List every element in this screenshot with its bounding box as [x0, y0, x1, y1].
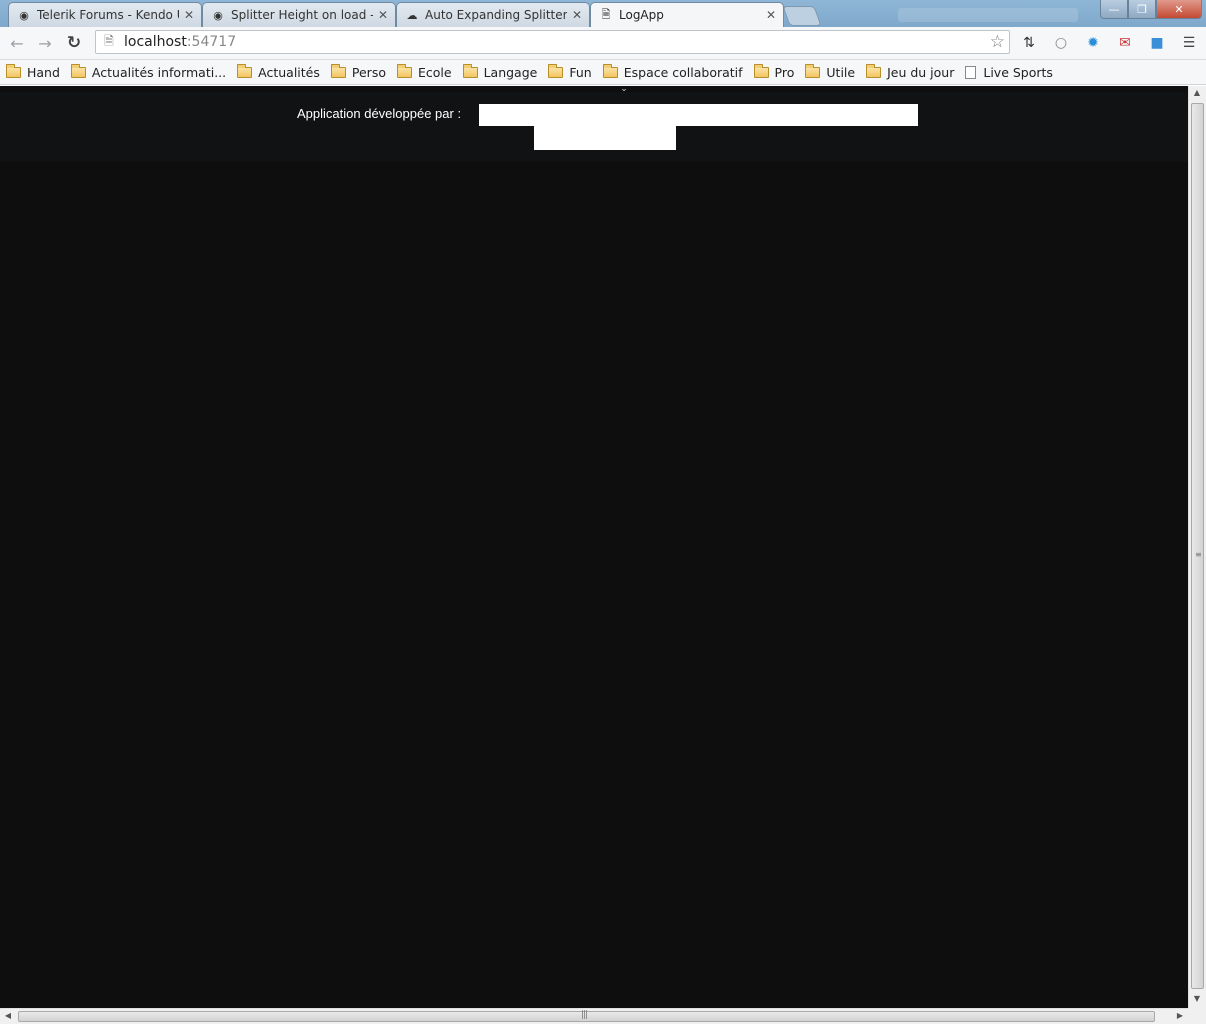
cloud-icon: ☁ [406, 8, 418, 22]
folder-icon [753, 63, 769, 78]
folder-icon [330, 63, 346, 78]
close-icon[interactable]: ✕ [571, 8, 583, 22]
vertical-scrollbar[interactable]: ▲ ≡ ▼ [1188, 86, 1206, 1008]
tab-title: LogApp [619, 8, 664, 22]
bookmark-live-sports[interactable]: Live Sports [965, 65, 1053, 80]
close-window-button[interactable]: ✕ [1156, 0, 1202, 19]
scroll-down-icon[interactable]: ▼ [1189, 994, 1205, 1003]
maximize-button[interactable]: ❐ [1128, 0, 1156, 19]
bookmark-perso[interactable]: Perso [330, 63, 386, 80]
bookmark-utile[interactable]: Utile [805, 63, 856, 80]
redacted-block [534, 126, 676, 150]
bookmark-fun[interactable]: Fun [548, 63, 592, 80]
folder-icon [6, 63, 21, 78]
developer-label: Application développée par : [297, 106, 462, 121]
redacted-block [479, 104, 918, 126]
telerik-icon: ◉ [213, 8, 223, 22]
back-button[interactable]: ← [6, 32, 28, 54]
folder-icon [548, 63, 564, 78]
vertical-scroll-thumb[interactable]: ≡ [1191, 103, 1204, 989]
horizontal-scroll-thumb[interactable]: ||| [18, 1010, 1155, 1022]
browser-window: ◉ Telerik Forums - Kendo UI ✕ ◉ Splitter… [0, 0, 1206, 1024]
page-icon: 🗎 [601, 7, 611, 21]
page-icon: 🗎 [104, 33, 114, 48]
tab-logapp[interactable]: 🗎 LogApp ✕ [590, 2, 784, 27]
bookmark-actualites-informatique[interactable]: Actualités informati... [70, 63, 227, 80]
bookmark-hand[interactable]: Hand [6, 63, 60, 80]
bookmark-label: Jeu du jour [887, 64, 955, 80]
bookmark-star-icon[interactable]: ☆ [990, 32, 1005, 52]
grip-icon: ≡ [1195, 550, 1202, 559]
profile-area [898, 8, 1078, 22]
folder-icon [602, 63, 618, 78]
tab-splitter-height[interactable]: ◉ Splitter Height on load - S ✕ [202, 2, 396, 27]
splitter-top-pane: Application développée par : [0, 92, 1188, 162]
bookmark-label: Fun [569, 64, 592, 80]
minimize-button[interactable]: — [1100, 0, 1128, 19]
download-sort-icon[interactable]: ⇅ [1019, 33, 1039, 53]
bookmark-label: Hand [27, 64, 60, 80]
page-icon [965, 65, 977, 79]
close-icon[interactable]: ✕ [765, 8, 777, 22]
scroll-right-icon[interactable]: ▶ [1172, 1011, 1188, 1020]
tab-title: Telerik Forums - Kendo UI [37, 8, 179, 22]
tab-telerik-forums[interactable]: ◉ Telerik Forums - Kendo UI ✕ [8, 2, 202, 27]
scrollbar-corner [1188, 1008, 1206, 1024]
bookmark-jeu-du-jour[interactable]: Jeu du jour [866, 63, 955, 80]
browser-toolbar: ← → ↻ 🗎 localhost :54717 ☆ ⇅ ○ ✹ ✉ ■ ☰ [0, 27, 1206, 60]
tab-auto-expanding-splitter[interactable]: ☁ Auto Expanding Splitter - j ✕ [396, 2, 590, 27]
page-viewport: ⌄ Application développée par : [0, 86, 1188, 1008]
bookmark-langage[interactable]: Langage [462, 63, 538, 80]
bookmark-ecole[interactable]: Ecole [396, 63, 452, 80]
scroll-up-icon[interactable]: ▲ [1189, 88, 1205, 97]
folder-icon [866, 63, 882, 78]
bookmark-actualites[interactable]: Actualités [237, 63, 320, 80]
bookmark-label: Perso [351, 64, 386, 80]
folder-icon [396, 63, 412, 78]
tab-title: Auto Expanding Splitter - j [425, 8, 567, 22]
bookmark-espace-collaboratif[interactable]: Espace collaboratif [602, 63, 743, 80]
folder-icon [805, 63, 821, 78]
menu-icon[interactable]: ☰ [1179, 33, 1199, 53]
horizontal-scrollbar[interactable]: ◀ ||| ▶ [0, 1008, 1188, 1024]
folder-icon [462, 63, 478, 78]
tab-title: Splitter Height on load - S [231, 8, 373, 22]
bookmark-label: Pro [774, 64, 795, 80]
folder-icon [70, 63, 86, 78]
chat-extension-icon[interactable]: ■ [1147, 33, 1167, 53]
bookmark-pro[interactable]: Pro [753, 63, 795, 80]
bookmark-label: Live Sports [983, 64, 1053, 80]
telerik-icon: ◉ [19, 8, 29, 22]
address-bar[interactable]: 🗎 localhost :54717 ☆ [95, 30, 1010, 54]
url-host: localhost [124, 34, 187, 50]
scroll-left-icon[interactable]: ◀ [0, 1011, 16, 1020]
bookmark-label: Actualités [258, 64, 320, 80]
bookmark-label: Utile [826, 64, 856, 80]
folder-icon [237, 63, 253, 78]
tab-strip: ◉ Telerik Forums - Kendo UI ✕ ◉ Splitter… [0, 0, 1206, 27]
grip-icon: ||| [581, 1010, 588, 1020]
forward-button[interactable]: → [34, 32, 56, 54]
bookmark-label: Ecole [417, 64, 452, 80]
search-extension-icon[interactable]: ○ [1051, 33, 1071, 53]
close-icon[interactable]: ✕ [183, 8, 195, 22]
gear-extension-icon[interactable]: ✹ [1083, 33, 1103, 53]
window-controls: — ❐ ✕ [1100, 0, 1202, 19]
bookmarks-bar: Hand Actualités informati... Actualités … [0, 60, 1206, 85]
reload-button[interactable]: ↻ [63, 32, 85, 54]
bookmark-label: Langage [483, 64, 538, 80]
url-port: :54717 [186, 34, 237, 50]
mail-extension-icon[interactable]: ✉ [1115, 33, 1135, 53]
bookmark-label: Espace collaboratif [623, 64, 743, 80]
close-icon[interactable]: ✕ [377, 8, 389, 22]
new-tab-button[interactable] [782, 6, 822, 26]
bookmark-label: Actualités informati... [91, 64, 227, 80]
